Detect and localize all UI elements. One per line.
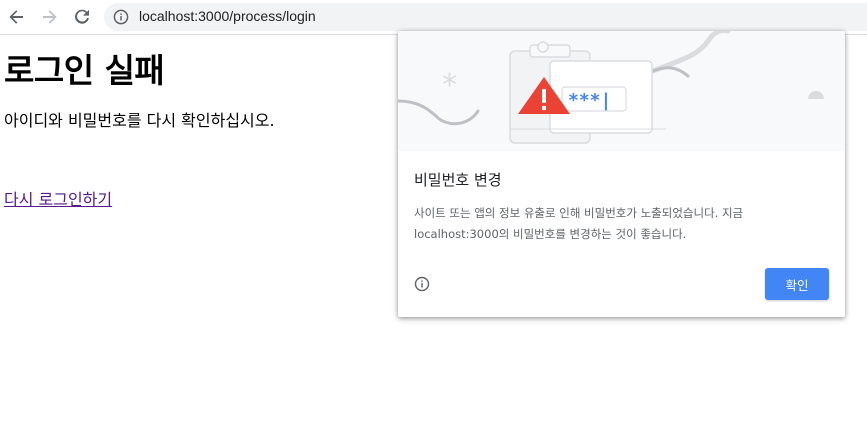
dialog-title: 비밀번호 변경 <box>414 171 502 189</box>
leaked-password-illustration: * ***| <box>398 31 845 151</box>
dialog-body-line2: localhost:3000의 비밀번호를 변경하는 것이 좋습니다. <box>414 227 687 241</box>
back-button[interactable] <box>5 5 29 29</box>
masked-password-text: ***| <box>568 90 611 111</box>
ok-button[interactable]: 확인 <box>765 268 829 300</box>
dialog-body: 사이트 또는 앱의 정보 유출로 인해 비밀번호가 노출되었습니다. 지금 lo… <box>414 203 834 245</box>
password-change-dialog: * ***| 비밀번호 변경 사이트 또는 앱의 정보 유출로 인해 비밀번호가… <box>398 31 845 317</box>
retry-login-link[interactable]: 다시 로그인하기 <box>4 186 112 210</box>
address-bar[interactable]: localhost:3000/process/login <box>104 3 867 31</box>
dialog-body-line1: 사이트 또는 앱의 정보 유출로 인해 비밀번호가 노출되었습니다. 지금 <box>414 206 744 220</box>
asterisk-decoration: * <box>442 68 457 103</box>
forward-button[interactable] <box>37 5 61 29</box>
browser-toolbar: localhost:3000/process/login <box>0 0 867 35</box>
dialog-illustration: * ***| <box>398 31 845 151</box>
reload-button[interactable] <box>70 5 94 29</box>
back-arrow-icon <box>9 10 23 24</box>
url-text: localhost:3000/process/login <box>139 8 316 24</box>
page-title: 로그인 실패 <box>4 51 165 90</box>
site-info-icon[interactable] <box>113 9 129 25</box>
error-message: 아이디와 비밀번호를 다시 확인하십시오. <box>4 111 275 130</box>
reload-icon <box>75 9 89 24</box>
forward-arrow-icon <box>43 10 57 24</box>
info-icon[interactable] <box>414 276 430 292</box>
